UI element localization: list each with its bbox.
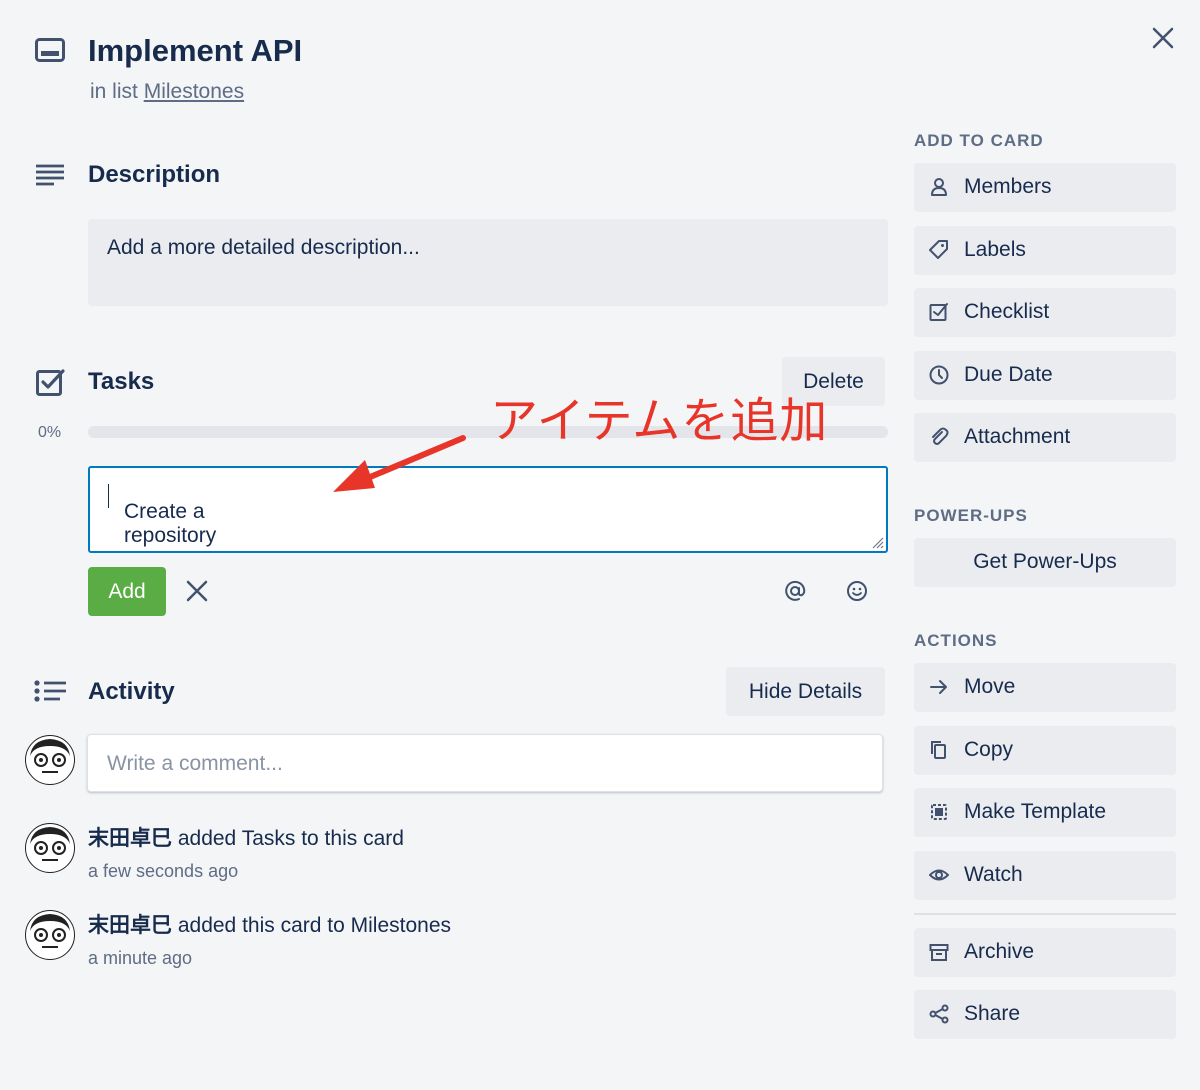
in-list-prefix: in list	[90, 80, 138, 103]
avatar[interactable]	[25, 823, 75, 873]
mention-icon[interactable]	[784, 580, 806, 602]
emoji-icon[interactable]	[846, 580, 868, 602]
power-ups-heading: POWER-UPS	[914, 506, 1028, 525]
description-icon	[36, 164, 66, 186]
avatar[interactable]	[25, 910, 75, 960]
activity-icon	[34, 680, 68, 702]
members-button[interactable]: Members	[914, 163, 1176, 212]
checklist-item-value: Create a repository	[124, 500, 217, 547]
eye-icon	[929, 869, 949, 881]
copy-icon	[931, 741, 946, 759]
move-label: Move	[964, 675, 1016, 698]
share-icon	[929, 1004, 949, 1024]
attachment-button[interactable]: Attachment	[914, 413, 1176, 462]
list-link[interactable]: Milestones	[144, 80, 244, 103]
copy-button[interactable]: Copy	[914, 726, 1176, 775]
checklist-label: Checklist	[964, 300, 1050, 323]
template-icon	[931, 804, 947, 820]
description-title: Description	[88, 161, 221, 188]
checklist-item-input[interactable]: Create a repository	[88, 466, 888, 553]
activity-user[interactable]: 末田卓巳	[88, 827, 172, 850]
description-field[interactable]: Add a more detailed description...	[88, 219, 888, 306]
close-icon[interactable]	[1152, 27, 1174, 49]
annotation-label: アイテムを追加	[490, 395, 829, 448]
person-icon	[931, 178, 947, 196]
add-item-button[interactable]: Add	[88, 567, 166, 616]
copy-label: Copy	[964, 738, 1014, 761]
archive-button[interactable]: Archive	[914, 928, 1176, 977]
move-button[interactable]: Move	[914, 663, 1176, 712]
text-caret	[108, 484, 109, 508]
activity-time[interactable]: a minute ago	[88, 947, 192, 969]
comment-placeholder: Write a comment...	[107, 752, 283, 775]
add-to-card-heading: ADD TO CARD	[914, 131, 1044, 150]
arrow-right-icon	[930, 680, 947, 694]
activity-user[interactable]: 末田卓巳	[88, 914, 172, 937]
annotation-arrow-icon	[333, 435, 466, 492]
actions-divider	[914, 913, 1176, 915]
get-power-ups-button[interactable]: Get Power-Ups	[914, 538, 1176, 587]
comment-input[interactable]: Write a comment...	[87, 734, 883, 792]
watch-button[interactable]: Watch	[914, 851, 1176, 900]
tasks-title[interactable]: Tasks	[88, 367, 154, 397]
due-date-button[interactable]: Due Date	[914, 351, 1176, 400]
activity-action: added this card to Milestones	[177, 914, 451, 937]
activity-time[interactable]: a few seconds ago	[88, 860, 238, 882]
labels-label: Labels	[964, 238, 1026, 261]
archive-label: Archive	[964, 940, 1035, 963]
due-date-label: Due Date	[964, 363, 1053, 386]
progress-percent: 0%	[38, 424, 62, 441]
card-icon	[35, 38, 65, 62]
share-button[interactable]: Share	[914, 990, 1176, 1039]
clock-icon	[929, 365, 949, 385]
members-label: Members	[964, 175, 1052, 198]
in-list-text: in list Milestones	[90, 79, 244, 105]
actions-heading: ACTIONS	[914, 631, 998, 650]
activity-title: Activity	[88, 678, 175, 705]
get-power-ups-label: Get Power-Ups	[973, 550, 1117, 573]
checklist-icon	[36, 368, 66, 396]
card-title[interactable]: Implement API	[88, 32, 302, 70]
cancel-icon[interactable]	[186, 580, 208, 602]
share-label: Share	[964, 1002, 1021, 1025]
resize-handle-icon[interactable]	[870, 535, 884, 549]
avatar[interactable]	[25, 735, 75, 785]
make-template-label: Make Template	[964, 800, 1107, 823]
checkbox-icon	[929, 303, 948, 321]
activity-item: 末田卓巳 added this card to Milestones	[88, 913, 451, 939]
tag-icon	[929, 240, 948, 259]
watch-label: Watch	[964, 863, 1023, 886]
activity-action: added Tasks to this card	[177, 827, 404, 850]
make-template-button[interactable]: Make Template	[914, 788, 1176, 837]
checklist-button[interactable]: Checklist	[914, 288, 1176, 337]
paperclip-icon	[932, 427, 949, 445]
labels-button[interactable]: Labels	[914, 226, 1176, 275]
hide-details-button[interactable]: Hide Details	[726, 667, 885, 716]
activity-item: 末田卓巳 added Tasks to this card	[88, 826, 404, 852]
description-placeholder: Add a more detailed description...	[107, 236, 420, 259]
attachment-label: Attachment	[964, 425, 1071, 448]
archive-icon	[929, 944, 949, 961]
